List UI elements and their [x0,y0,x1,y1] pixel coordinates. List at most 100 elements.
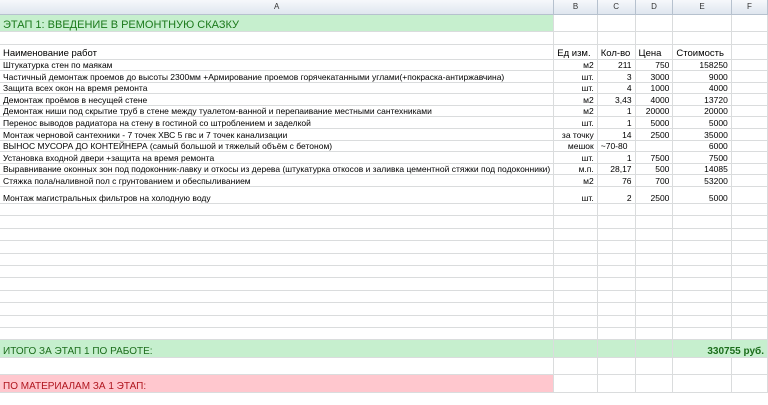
cell[interactable] [672,203,732,217]
cell[interactable] [635,302,674,316]
cell-price[interactable]: 1000 [635,82,674,95]
cell[interactable] [597,290,636,304]
cell[interactable] [635,203,674,217]
cell-name[interactable]: Установка входной двери +защита на время… [0,151,555,164]
cell-unit[interactable]: шт. [553,151,598,164]
cell-price[interactable]: 5000 [635,116,674,130]
cell-unit[interactable]: м2 [553,174,598,188]
cell[interactable] [672,290,732,304]
cell[interactable] [0,327,555,341]
cell[interactable] [635,14,674,32]
cell[interactable] [731,140,768,153]
cell-unit[interactable]: за точку [553,128,598,141]
cell[interactable] [731,31,768,45]
cell-qty[interactable]: 3,43 [597,93,636,106]
cell-qty[interactable]: 2 [597,186,636,205]
cell[interactable] [731,277,768,291]
cell[interactable] [553,315,598,328]
cell-unit[interactable]: м2 [553,59,598,72]
cell[interactable] [635,277,674,291]
cell[interactable] [672,374,732,394]
cell[interactable] [635,357,674,376]
cell-cost[interactable]: 9000 [672,70,732,83]
cell[interactable] [731,174,768,188]
cell[interactable] [635,374,674,394]
cell[interactable] [731,215,768,229]
cell[interactable] [0,253,555,267]
cell-price[interactable]: 20000 [635,105,674,118]
header-price[interactable]: Цена [635,44,674,60]
cell-unit[interactable]: шт. [553,70,598,83]
cell-unit[interactable]: шт. [553,82,598,95]
cell[interactable] [731,265,768,279]
cell-name[interactable]: ВЫНОС МУСОРА ДО КОНТЕЙНЕРА (самый большо… [0,140,555,153]
materials-label[interactable]: ПО МАТЕРИАЛАМ ЗА 1 ЭТАП: [0,374,555,394]
cell[interactable] [731,357,768,376]
cell[interactable] [672,228,732,242]
cell[interactable] [0,203,555,217]
cell[interactable] [597,265,636,279]
cell[interactable] [672,357,732,376]
cell[interactable] [553,357,598,376]
cell[interactable] [731,186,768,205]
cell[interactable] [731,253,768,267]
cell[interactable] [553,290,598,304]
cell[interactable] [731,70,768,83]
cell-cost[interactable]: 13720 [672,93,732,106]
column-header-b[interactable]: B [553,0,598,15]
cell[interactable] [553,265,598,279]
cell-qty[interactable]: 1 [597,116,636,130]
cell[interactable] [731,374,768,394]
cell[interactable] [553,215,598,229]
cell-unit[interactable]: м2 [553,93,598,106]
cell[interactable] [635,339,674,359]
cell-cost[interactable]: 5000 [672,186,732,205]
cell-price[interactable]: 700 [635,174,674,188]
cell-cost[interactable]: 53200 [672,174,732,188]
cell[interactable] [731,82,768,95]
cell-qty[interactable]: 28,17 [597,163,636,176]
cell-price[interactable] [635,140,674,153]
cell[interactable] [731,93,768,106]
cell-unit[interactable]: м2 [553,105,598,118]
total-value[interactable]: 330755 руб. [672,339,768,359]
cell[interactable] [553,31,598,45]
cell[interactable] [635,327,674,341]
cell-name[interactable]: Монтаж черновой сантехники - 7 точек ХВС… [0,128,555,141]
cell[interactable] [731,163,768,176]
cell[interactable] [731,240,768,254]
cell[interactable] [672,31,732,45]
cell[interactable] [635,253,674,267]
cell[interactable] [672,14,732,32]
cell-qty[interactable]: 14 [597,128,636,141]
cell[interactable] [635,228,674,242]
cell-price[interactable]: 2500 [635,186,674,205]
cell-name[interactable]: Демонтаж ниши под скрытие труб в стене м… [0,105,555,118]
cell[interactable] [731,228,768,242]
cell-qty[interactable]: ~70-80 [597,140,636,153]
cell[interactable] [597,31,636,45]
cell-name[interactable]: Демонтаж проёмов в несущей стене [0,93,555,106]
cell[interactable] [0,215,555,229]
cell[interactable] [0,31,555,45]
cell[interactable] [553,14,598,32]
cell[interactable] [635,315,674,328]
cell-name[interactable]: Монтаж магистральных фильтров на холодну… [0,186,555,205]
cell[interactable] [0,315,555,328]
cell-qty[interactable]: 4 [597,82,636,95]
cell[interactable] [731,59,768,72]
cell-name[interactable]: Штукатурка стен по маякам [0,59,555,72]
cell-qty[interactable]: 76 [597,174,636,188]
cell-cost[interactable]: 14085 [672,163,732,176]
cell-price[interactable]: 4000 [635,93,674,106]
header-unit[interactable]: Ед изм. [553,44,598,60]
cell[interactable] [731,327,768,341]
cell-cost[interactable]: 5000 [672,116,732,130]
cell[interactable] [597,357,636,376]
cell-unit[interactable]: шт. [553,116,598,130]
cell[interactable] [672,302,732,316]
cell-price[interactable]: 2500 [635,128,674,141]
cell[interactable] [553,253,598,267]
cell[interactable] [553,302,598,316]
cell-cost[interactable]: 35000 [672,128,732,141]
